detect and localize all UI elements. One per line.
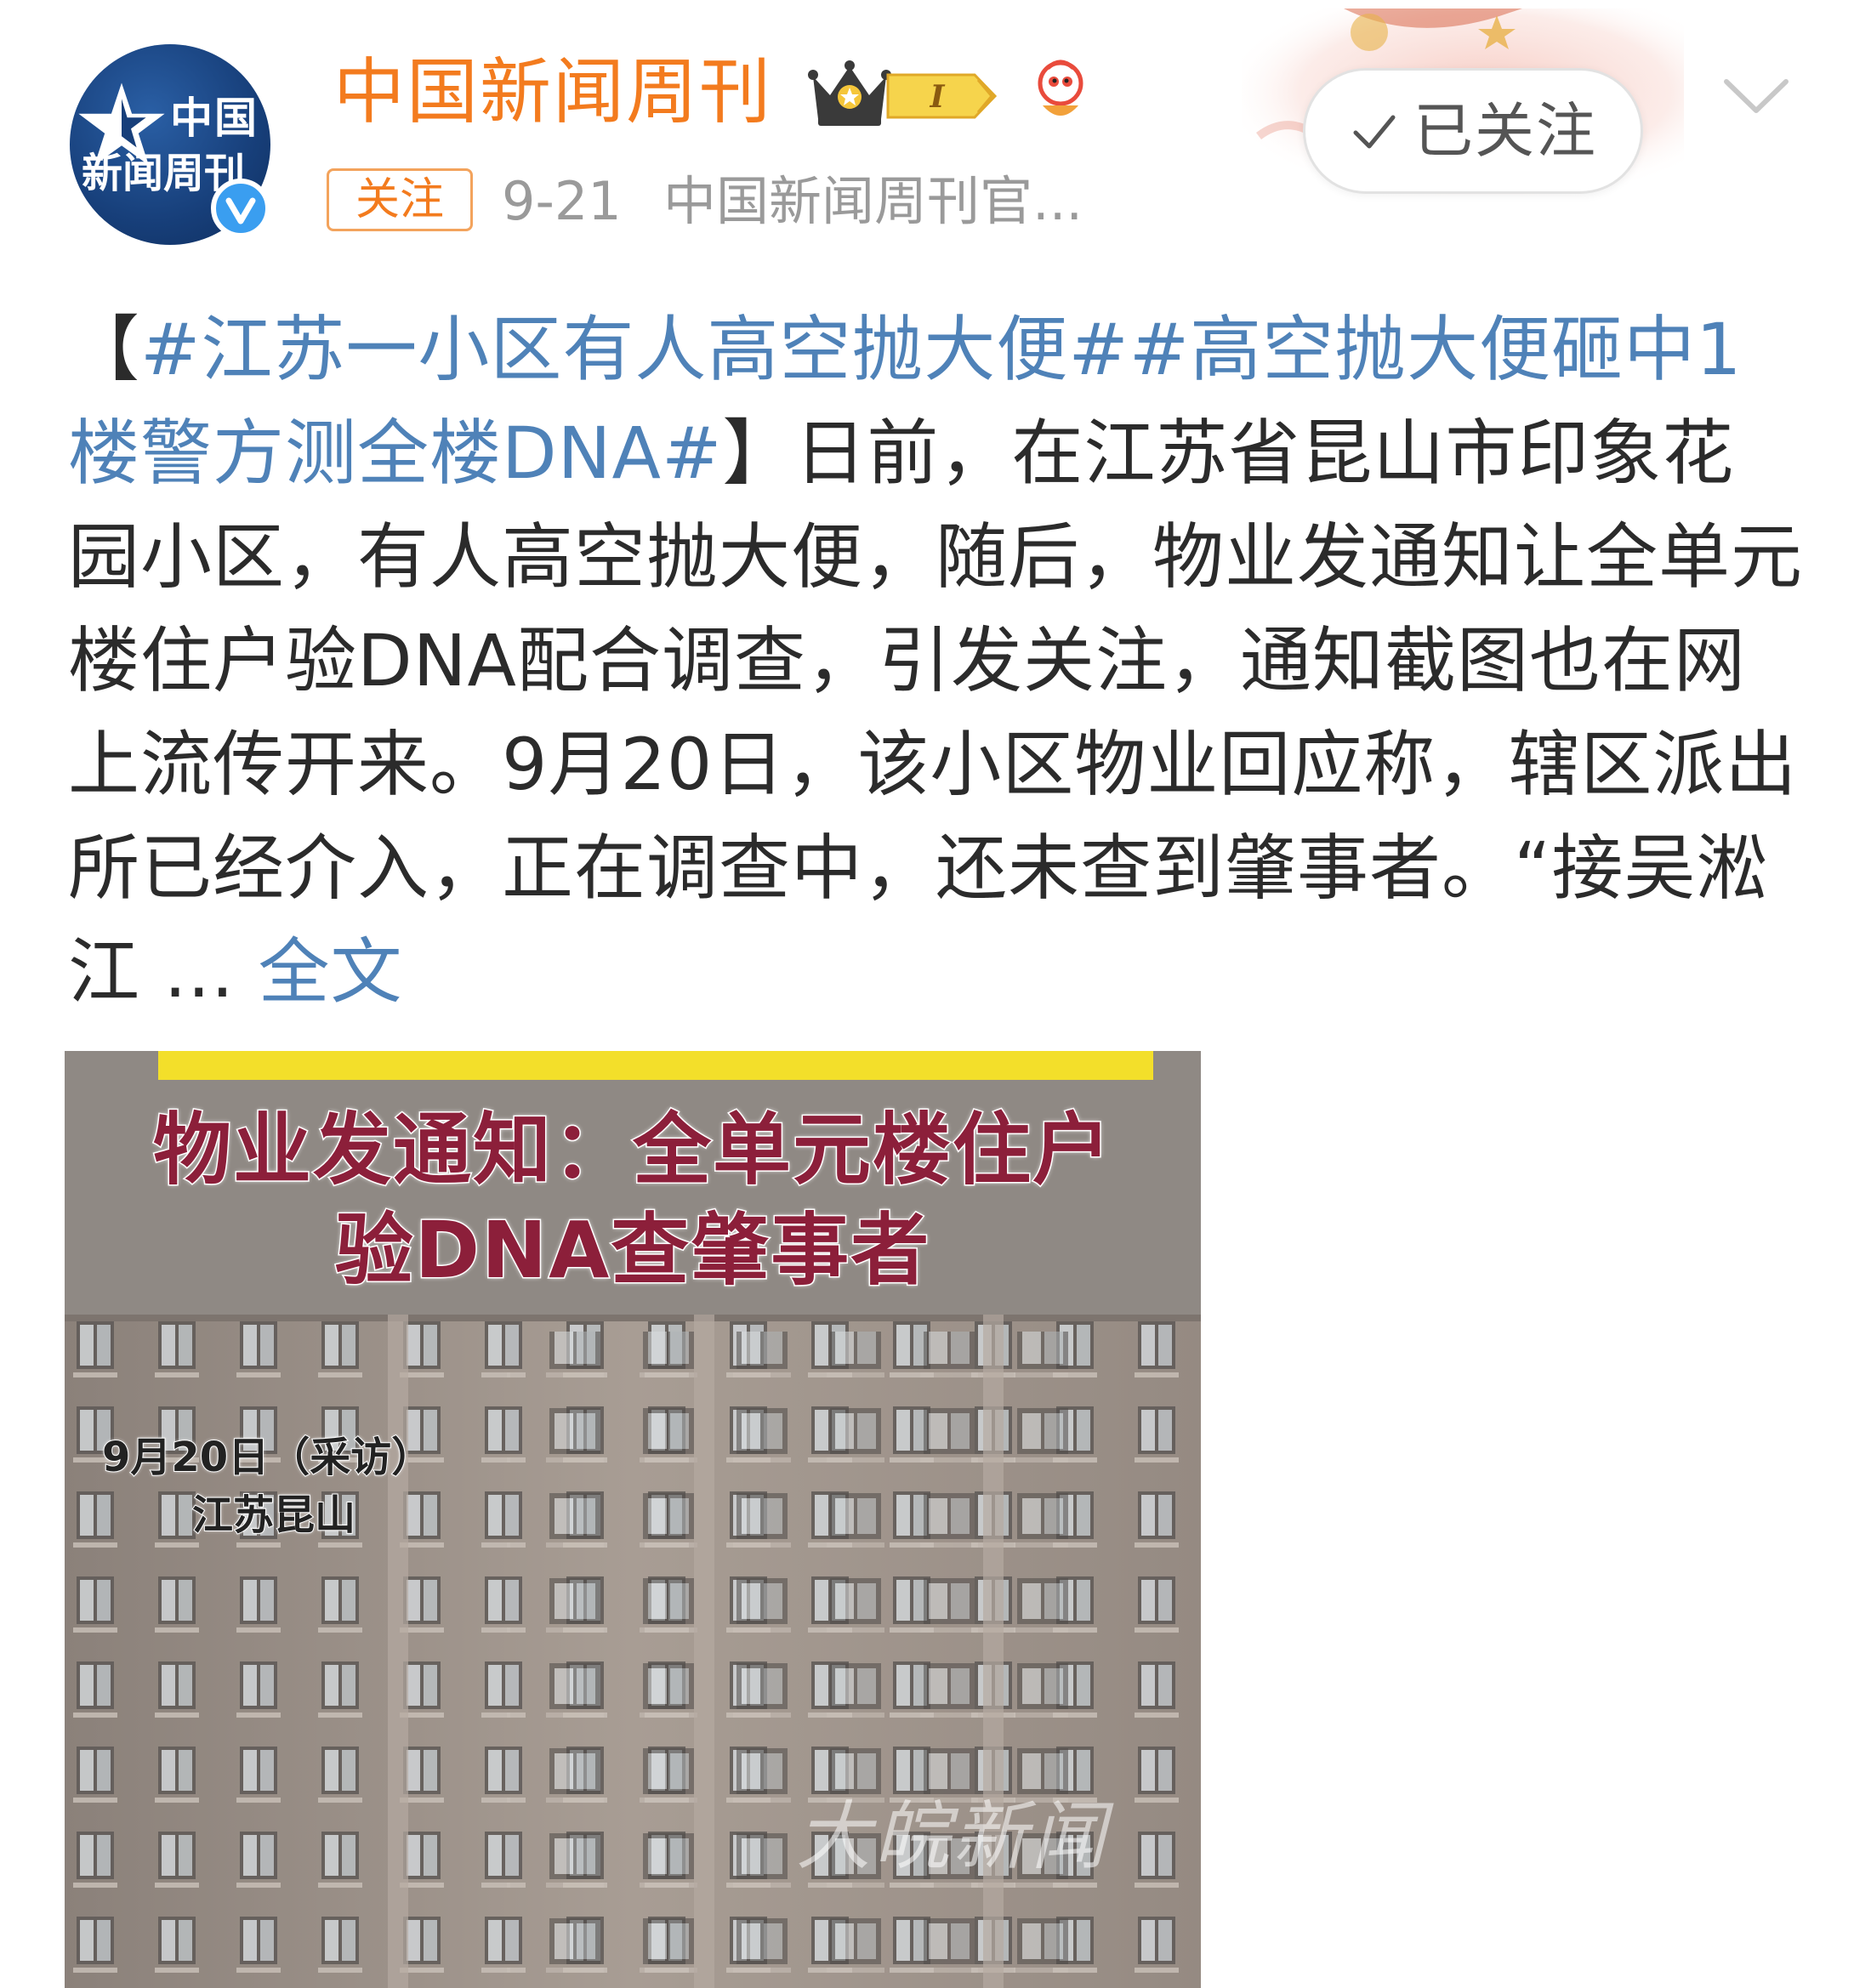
post-header: 中国 新闻周刊 中国新闻周刊 I 关注 9-21 中国新闻周刊官... 已关注 xyxy=(0,0,1854,272)
weibo-mascot-icon xyxy=(1038,60,1083,116)
post-text: 【#江苏一小区有人高空抛大便##高空抛大便砸中1楼警方测全楼DNA#】日前，在江… xyxy=(68,298,1803,1024)
watermark-logo: 大皖新闻 xyxy=(796,1792,1110,1880)
image-location-label: 江苏昆山 xyxy=(191,1491,356,1539)
caption-line-2: 验DNA查肇事者 xyxy=(333,1204,931,1298)
avatar-text-line1: 中国 xyxy=(170,94,259,143)
caption-line-1: 物业发通知：全单元楼住户 xyxy=(151,1104,1112,1197)
post-source: 中国新闻周刊官... xyxy=(663,170,1083,232)
bracket-close: 】 xyxy=(722,412,795,495)
crown-icon xyxy=(808,60,891,126)
caption-strip xyxy=(158,1051,1153,1080)
expand-full-text-link[interactable]: 全文 xyxy=(259,930,403,1014)
post-body-text: 日前，在江苏省昆山市印象花园小区，有人高空抛大便，随后，物业发通知让全单元楼住户… xyxy=(68,412,1804,1014)
level-text: I xyxy=(930,79,946,115)
account-name[interactable]: 中国新闻周刊 xyxy=(333,56,772,128)
verified-icon xyxy=(211,179,270,238)
check-icon xyxy=(1353,115,1396,149)
image-caption: 物业发通知：全单元楼住户 验DNA查肇事者 xyxy=(65,1100,1201,1301)
bracket-open: 【 xyxy=(68,308,141,391)
post-image[interactable]: 物业发通知：全单元楼住户 验DNA查肇事者 9月20日（采访） 江苏昆山 大皖新… xyxy=(65,1051,1201,1988)
hashtag-link[interactable]: #江苏一小区有人高空抛大便# xyxy=(140,308,1129,391)
chevron-down-icon[interactable] xyxy=(1718,71,1794,122)
followed-label: 已关注 xyxy=(1413,96,1597,166)
followed-button[interactable]: 已关注 xyxy=(1303,68,1643,194)
follow-tag[interactable]: 关注 xyxy=(327,168,473,231)
level-badge: I xyxy=(886,73,998,119)
image-date-label: 9月20日（采访） xyxy=(101,1434,433,1481)
post-date: 9-21 xyxy=(502,170,622,232)
